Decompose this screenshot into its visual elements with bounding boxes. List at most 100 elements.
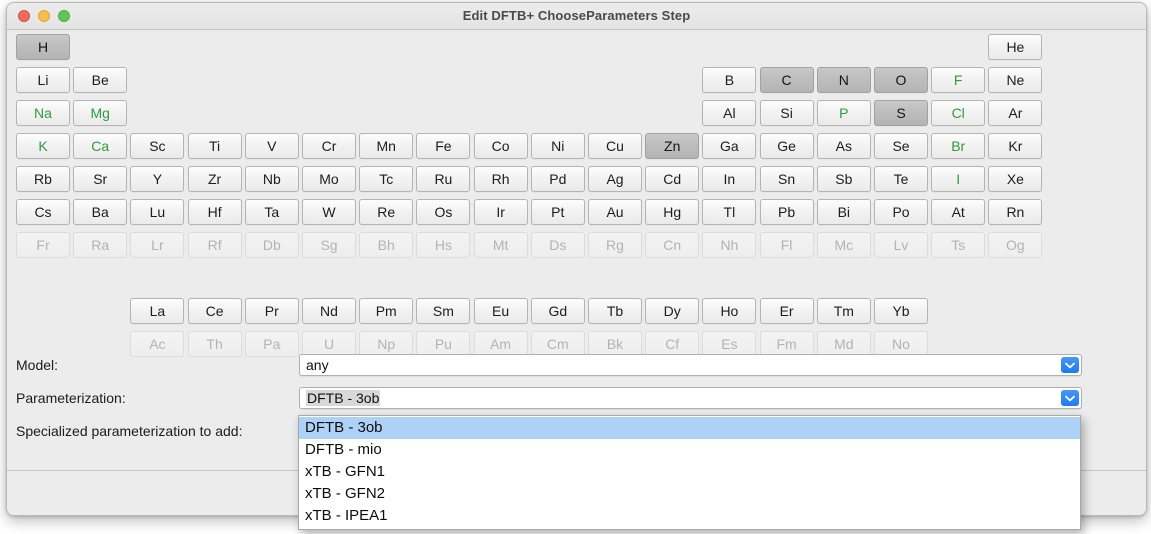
element-button-br[interactable]: Br bbox=[931, 133, 986, 159]
element-button-mn[interactable]: Mn bbox=[359, 133, 414, 159]
element-button-eu[interactable]: Eu bbox=[473, 298, 528, 324]
parameterization-chevron-down-icon[interactable] bbox=[1061, 390, 1079, 406]
element-button-ne[interactable]: Ne bbox=[988, 67, 1043, 93]
element-button-sn[interactable]: Sn bbox=[759, 166, 814, 192]
element-button-k[interactable]: K bbox=[16, 133, 70, 159]
element-button-ho[interactable]: Ho bbox=[702, 298, 757, 324]
element-button-cd[interactable]: Cd bbox=[645, 166, 700, 192]
model-chevron-down-icon[interactable] bbox=[1061, 357, 1079, 373]
dropdown-option[interactable]: DFTB - 3ob bbox=[299, 417, 1080, 439]
element-button-fe[interactable]: Fe bbox=[416, 133, 471, 159]
element-button-ba[interactable]: Ba bbox=[73, 199, 128, 225]
element-button-pb[interactable]: Pb bbox=[759, 199, 814, 225]
element-button-ru[interactable]: Ru bbox=[416, 166, 471, 192]
element-button-mg[interactable]: Mg bbox=[73, 100, 128, 126]
element-button-rh[interactable]: Rh bbox=[473, 166, 528, 192]
dropdown-option[interactable]: DFTB - mio bbox=[299, 439, 1080, 461]
element-button-tl[interactable]: Tl bbox=[702, 199, 757, 225]
element-button-b[interactable]: B bbox=[702, 67, 757, 93]
element-button-lu[interactable]: Lu bbox=[130, 199, 185, 225]
element-button-te[interactable]: Te bbox=[874, 166, 928, 192]
element-button-er[interactable]: Er bbox=[759, 298, 814, 324]
element-button-nb[interactable]: Nb bbox=[244, 166, 299, 192]
element-button-ga[interactable]: Ga bbox=[702, 133, 757, 159]
element-button-re[interactable]: Re bbox=[359, 199, 414, 225]
element-button-ir[interactable]: Ir bbox=[473, 199, 528, 225]
element-button-ta[interactable]: Ta bbox=[244, 199, 299, 225]
element-button-zn[interactable]: Zn bbox=[645, 133, 700, 159]
periodic-table[interactable]: H He Li Be B C N O F Ne Na Mg Al Si P S Cl Ar K Ca Sc Ti V Cr Mn… bbox=[7, 30, 1146, 357]
element-button-po[interactable]: Po bbox=[874, 199, 928, 225]
element-button-sr[interactable]: Sr bbox=[73, 166, 128, 192]
element-button-pm[interactable]: Pm bbox=[359, 298, 414, 324]
element-symbol: Rg bbox=[606, 237, 624, 253]
element-button-i[interactable]: I bbox=[931, 166, 986, 192]
element-button-n[interactable]: N bbox=[816, 67, 871, 93]
element-button-se[interactable]: Se bbox=[874, 133, 928, 159]
element-button-sb[interactable]: Sb bbox=[816, 166, 871, 192]
element-button-au[interactable]: Au bbox=[588, 199, 642, 225]
element-button-ni[interactable]: Ni bbox=[530, 133, 585, 159]
element-button-cl[interactable]: Cl bbox=[931, 100, 986, 126]
element-button-os[interactable]: Os bbox=[416, 199, 471, 225]
element-button-pd[interactable]: Pd bbox=[530, 166, 585, 192]
element-button-y[interactable]: Y bbox=[130, 166, 185, 192]
element-button-c[interactable]: C bbox=[759, 67, 814, 93]
element-symbol: Th bbox=[206, 336, 223, 352]
element-button-nd[interactable]: Nd bbox=[302, 298, 356, 324]
element-button-in[interactable]: In bbox=[702, 166, 757, 192]
element-button-h[interactable]: H bbox=[16, 34, 70, 60]
element-button-la[interactable]: La bbox=[130, 298, 185, 324]
element-button-ce[interactable]: Ce bbox=[187, 298, 242, 324]
element-button-li[interactable]: Li bbox=[16, 67, 70, 93]
element-button-s[interactable]: S bbox=[874, 100, 928, 126]
element-button-tm[interactable]: Tm bbox=[816, 298, 871, 324]
element-button-hf[interactable]: Hf bbox=[187, 199, 242, 225]
element-button-sc[interactable]: Sc bbox=[130, 133, 185, 159]
element-button-gd[interactable]: Gd bbox=[530, 298, 585, 324]
element-button-cu[interactable]: Cu bbox=[588, 133, 642, 159]
element-button-cs[interactable]: Cs bbox=[16, 199, 70, 225]
element-button-hg[interactable]: Hg bbox=[645, 199, 700, 225]
element-button-pr[interactable]: Pr bbox=[244, 298, 299, 324]
model-combobox[interactable]: any bbox=[299, 354, 1082, 376]
element-button-rn[interactable]: Rn bbox=[988, 199, 1043, 225]
element-button-ar[interactable]: Ar bbox=[988, 100, 1043, 126]
element-button-co[interactable]: Co bbox=[473, 133, 528, 159]
element-button-cr[interactable]: Cr bbox=[302, 133, 356, 159]
element-button-be[interactable]: Be bbox=[73, 67, 128, 93]
element-button-p[interactable]: P bbox=[816, 100, 871, 126]
parameterization-dropdown-list[interactable]: DFTB - 3ob DFTB - mio xTB - GFN1 xTB - GFN2… bbox=[298, 415, 1081, 530]
element-button-ag[interactable]: Ag bbox=[588, 166, 642, 192]
element-button-ca[interactable]: Ca bbox=[73, 133, 128, 159]
element-button-rb[interactable]: Rb bbox=[16, 166, 70, 192]
element-button-f[interactable]: F bbox=[931, 67, 986, 93]
element-button-kr[interactable]: Kr bbox=[988, 133, 1043, 159]
element-button-he[interactable]: He bbox=[988, 34, 1043, 60]
dropdown-option[interactable]: xTB - IPEA1 bbox=[299, 505, 1080, 527]
parameterization-combobox[interactable]: DFTB - 3ob bbox=[299, 387, 1082, 409]
element-button-tb[interactable]: Tb bbox=[588, 298, 642, 324]
parameterization-value[interactable]: DFTB - 3ob bbox=[306, 390, 381, 406]
element-button-bi[interactable]: Bi bbox=[816, 199, 871, 225]
element-button-as[interactable]: As bbox=[816, 133, 871, 159]
element-button-o[interactable]: O bbox=[874, 67, 928, 93]
element-button-xe[interactable]: Xe bbox=[988, 166, 1043, 192]
element-button-al[interactable]: Al bbox=[702, 100, 757, 126]
element-button-at[interactable]: At bbox=[931, 199, 986, 225]
element-button-w[interactable]: W bbox=[302, 199, 356, 225]
element-button-na[interactable]: Na bbox=[16, 100, 70, 126]
element-button-v[interactable]: V bbox=[244, 133, 299, 159]
element-button-ge[interactable]: Ge bbox=[759, 133, 814, 159]
dropdown-option[interactable]: xTB - GFN2 bbox=[299, 483, 1080, 505]
element-button-mo[interactable]: Mo bbox=[302, 166, 356, 192]
element-button-zr[interactable]: Zr bbox=[187, 166, 242, 192]
element-button-sm[interactable]: Sm bbox=[416, 298, 471, 324]
element-button-tc[interactable]: Tc bbox=[359, 166, 414, 192]
element-button-si[interactable]: Si bbox=[759, 100, 814, 126]
element-button-pt[interactable]: Pt bbox=[530, 199, 585, 225]
element-button-dy[interactable]: Dy bbox=[645, 298, 700, 324]
dropdown-option[interactable]: xTB - GFN1 bbox=[299, 461, 1080, 483]
element-button-ti[interactable]: Ti bbox=[187, 133, 242, 159]
element-button-yb[interactable]: Yb bbox=[874, 298, 928, 324]
